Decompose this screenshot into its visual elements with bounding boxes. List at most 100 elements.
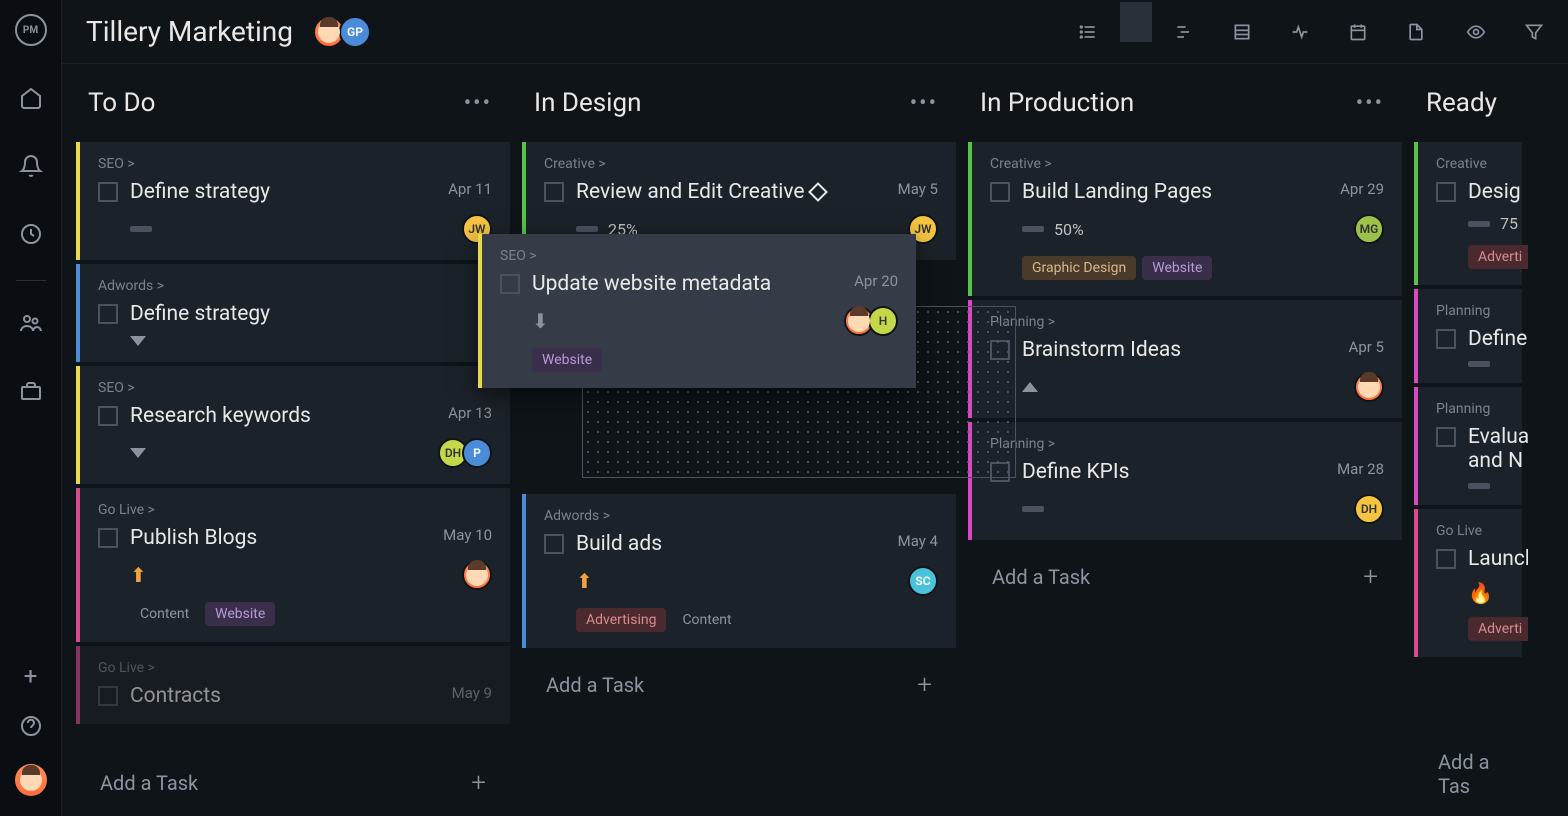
bell-icon[interactable] [19, 154, 43, 178]
topbar: Tillery Marketing GP [62, 0, 1568, 64]
kanban-board: To Do ••• SEO > Define strategy Apr 11 J… [62, 64, 1568, 816]
calendar-view-icon[interactable] [1348, 22, 1368, 42]
tag[interactable]: Advertising [576, 608, 666, 632]
priority-icon [1468, 361, 1490, 367]
tag[interactable]: Adverti [1468, 245, 1528, 269]
column-todo: To Do ••• SEO > Define strategy Apr 11 J… [70, 64, 516, 816]
task-card[interactable]: Go Live > Contracts May 9 [76, 646, 510, 724]
card-breadcrumb: Adwords > [544, 508, 938, 524]
card-date: Apr 5 [1349, 338, 1384, 356]
column-menu-icon[interactable]: ••• [464, 91, 492, 116]
priority-icon [1468, 483, 1490, 489]
avatar[interactable] [844, 306, 874, 336]
list-view-icon[interactable] [1078, 22, 1098, 42]
task-card[interactable]: Planning > Brainstorm Ideas Apr 5 [968, 300, 1402, 418]
card-date: Apr 13 [448, 404, 492, 422]
checkbox[interactable] [1436, 182, 1456, 202]
column-body: SEO > Define strategy Apr 11 JW Adwords … [70, 142, 516, 750]
task-card[interactable]: Planning > Define KPIs Mar 28 DH [968, 422, 1402, 540]
card-title: Publish Blogs [130, 526, 431, 550]
dragging-card[interactable]: SEO > Update website metadata Apr 20 ⬇ H… [478, 234, 916, 388]
checkbox[interactable] [98, 686, 118, 706]
task-card[interactable]: Planning Evalua and N [1414, 387, 1522, 505]
card-breadcrumb: Go Live [1436, 523, 1504, 539]
task-card[interactable]: Creative Desig 75 Adverti [1414, 142, 1522, 285]
avatar[interactable]: MG [1354, 214, 1384, 244]
plus-icon: + [1363, 562, 1378, 592]
avatar[interactable] [462, 560, 492, 590]
checkbox[interactable] [98, 528, 118, 548]
task-card[interactable]: Planning Define [1414, 289, 1522, 383]
checkbox[interactable] [98, 304, 118, 324]
help-icon[interactable] [19, 714, 43, 738]
card-breadcrumb: Adwords > [98, 278, 492, 294]
avatar[interactable]: GP [339, 16, 371, 48]
task-card[interactable]: Creative > Build Landing Pages Apr 29 50… [968, 142, 1402, 296]
checkbox[interactable] [98, 182, 118, 202]
checkbox[interactable] [544, 534, 564, 554]
checkbox[interactable] [990, 182, 1010, 202]
column-title: To Do [88, 88, 155, 118]
card-breadcrumb: Planning [1436, 401, 1504, 417]
filter-icon[interactable] [1524, 22, 1544, 42]
add-task-button[interactable]: Add a Task + [968, 544, 1402, 610]
tag[interactable]: Content [672, 608, 741, 632]
tag[interactable]: Website [532, 348, 602, 372]
table-view-icon[interactable] [1232, 22, 1252, 42]
task-card[interactable]: Go Live Launch 🔥 Adverti [1414, 509, 1522, 657]
briefcase-icon[interactable] [19, 379, 43, 403]
priority-icon [130, 448, 146, 458]
card-breadcrumb: SEO > [98, 380, 492, 396]
add-task-button[interactable]: Add a Task + [522, 652, 956, 718]
milestone-icon [808, 183, 828, 203]
column-menu-icon[interactable]: ••• [910, 91, 938, 116]
activity-view-icon[interactable] [1290, 22, 1310, 42]
column-header: Ready [1408, 64, 1528, 142]
project-members[interactable]: GP [313, 16, 371, 48]
column-body: Creative > Build Landing Pages Apr 29 50… [962, 142, 1408, 816]
column-title: In Design [534, 88, 641, 118]
priority-flame-icon: 🔥 [1468, 581, 1493, 605]
app-logo[interactable]: PM [15, 14, 47, 46]
checkbox[interactable] [500, 274, 520, 294]
tag[interactable]: Website [205, 602, 275, 626]
task-card[interactable]: Adwords > Build ads May 4 ⬆ SC Advertisi… [522, 494, 956, 648]
column-menu-icon[interactable]: ••• [1356, 91, 1384, 116]
topbar-actions [1466, 22, 1544, 42]
home-icon[interactable] [19, 86, 43, 110]
checkbox[interactable] [98, 406, 118, 426]
main-area: Tillery Marketing GP To Do ••• [62, 0, 1568, 816]
file-view-icon[interactable] [1406, 22, 1426, 42]
avatar[interactable]: DH [1354, 494, 1384, 524]
card-title: Define [1468, 327, 1527, 351]
add-task-button[interactable]: Add a Task + [76, 750, 510, 816]
task-card[interactable]: Adwords > Define strategy [76, 264, 510, 362]
user-avatar[interactable] [15, 764, 47, 796]
avatar[interactable] [1354, 372, 1384, 402]
add-icon[interactable]: + [19, 664, 43, 688]
add-task-button[interactable]: Add a Tas [1414, 732, 1522, 816]
eye-icon[interactable] [1466, 22, 1486, 42]
avatar[interactable]: H [868, 306, 898, 336]
gantt-view-icon[interactable] [1174, 22, 1194, 42]
checkbox[interactable] [1436, 549, 1456, 569]
task-card[interactable]: Go Live > Publish Blogs May 10 ⬆ Content… [76, 488, 510, 642]
checkbox[interactable] [1436, 427, 1456, 447]
task-card[interactable]: SEO > Research keywords Apr 13 DH P [76, 366, 510, 484]
column-header: In Design ••• [516, 64, 962, 142]
checkbox[interactable] [544, 182, 564, 202]
card-date: May 5 [898, 180, 938, 198]
task-card[interactable]: SEO > Define strategy Apr 11 JW [76, 142, 510, 260]
card-date: Apr 29 [1340, 180, 1384, 198]
avatar[interactable]: SC [908, 566, 938, 596]
tag[interactable]: Graphic Design [1022, 256, 1136, 280]
avatar[interactable]: P [462, 438, 492, 468]
clock-icon[interactable] [19, 222, 43, 246]
people-icon[interactable] [19, 311, 43, 335]
tag[interactable]: Content [130, 602, 199, 626]
tag[interactable]: Website [1142, 256, 1212, 280]
board-view-icon[interactable] [1120, 2, 1152, 42]
tag[interactable]: Adverti [1468, 617, 1528, 641]
checkbox[interactable] [1436, 329, 1456, 349]
column-header: To Do ••• [70, 64, 516, 142]
